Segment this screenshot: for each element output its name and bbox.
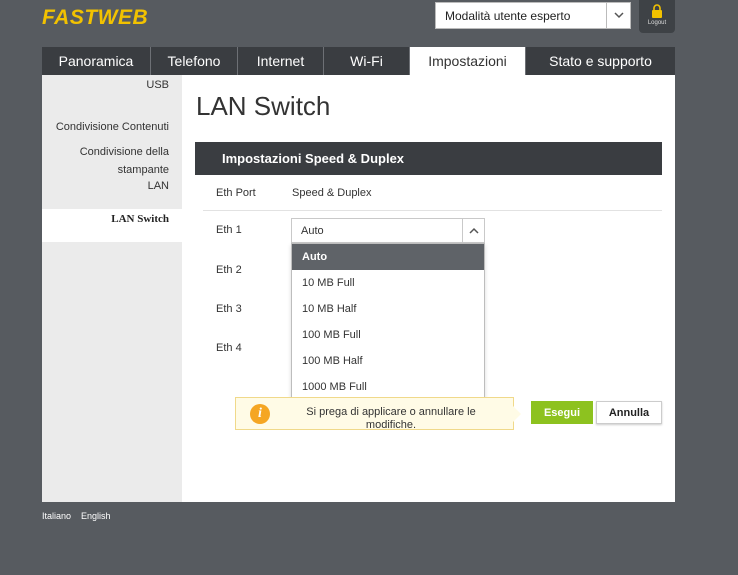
lock-icon (652, 4, 662, 18)
main-content: LAN Switch Impostazioni Speed & Duplex E… (182, 75, 675, 502)
logout-label: Logout (647, 20, 667, 26)
user-mode-value: Modalità utente esperto (445, 8, 571, 23)
sidebar-item-lan-switch[interactable]: LAN Switch (42, 209, 182, 242)
eth2-label: Eth 2 (216, 264, 242, 276)
dropdown-option-10-half[interactable]: 10 MB Half (292, 296, 484, 322)
sidebar-item-condivisione-contenuti[interactable]: Condivisione Contenuti (56, 118, 169, 136)
tab-wifi[interactable]: Wi-Fi (324, 47, 410, 75)
eth3-label: Eth 3 (216, 303, 242, 315)
eth1-label: Eth 1 (216, 224, 242, 236)
user-mode-select[interactable]: Modalità utente esperto (435, 2, 631, 29)
lang-english[interactable]: English (81, 511, 111, 521)
column-header-speed: Speed & Duplex (292, 187, 372, 199)
info-icon: i (250, 404, 270, 424)
fastweb-logo: FASTWEB (42, 6, 149, 29)
divider (203, 210, 662, 211)
tab-impostazioni[interactable]: Impostazioni (410, 47, 526, 75)
column-header-port: Eth Port (216, 187, 256, 199)
speed-duplex-dropdown: Auto 10 MB Full 10 MB Half 100 MB Full 1… (291, 243, 485, 399)
tab-panoramica[interactable]: Panoramica (42, 47, 151, 75)
apply-notice: i Si prega di applicare o annullare le m… (235, 397, 521, 431)
chevron-up-icon (462, 219, 484, 242)
dropdown-option-100-half[interactable]: 100 MB Half (292, 348, 484, 374)
eth4-label: Eth 4 (216, 342, 242, 354)
main-nav: Panoramica Telefono Internet Wi-Fi Impos… (42, 47, 675, 75)
sidebar: USB Condivisione Contenuti Condivisione … (42, 75, 182, 502)
apply-button[interactable]: Esegui (531, 401, 593, 424)
dropdown-option-10-full[interactable]: 10 MB Full (292, 270, 484, 296)
lang-italiano[interactable]: Italiano (42, 511, 71, 521)
dropdown-option-auto[interactable]: Auto (292, 244, 484, 270)
dropdown-option-100-full[interactable]: 100 MB Full (292, 322, 484, 348)
header-bar: FASTWEB Modalità utente esperto Logout (0, 0, 738, 44)
sidebar-item-usb[interactable]: USB (146, 76, 169, 94)
logout-button[interactable]: Logout (639, 0, 675, 33)
eth1-speed-value: Auto (301, 225, 324, 237)
sidebar-item-lan[interactable]: LAN (148, 177, 169, 195)
sidebar-item-condivisione-stampante[interactable]: Condivisione della stampante (69, 143, 169, 179)
tab-stato-supporto[interactable]: Stato e supporto (526, 47, 675, 75)
tab-internet[interactable]: Internet (238, 47, 324, 75)
tab-telefono[interactable]: Telefono (151, 47, 238, 75)
chevron-down-icon (606, 3, 630, 28)
notice-text: Si prega di applicare o annullare le mod… (306, 406, 476, 431)
sidebar-item-label: LAN Switch (111, 213, 169, 225)
section-header: Impostazioni Speed & Duplex (195, 142, 662, 175)
page-title: LAN Switch (196, 91, 331, 121)
notice-arrow (513, 406, 521, 422)
cancel-button[interactable]: Annulla (596, 401, 662, 424)
eth1-speed-select[interactable]: Auto (291, 218, 485, 243)
